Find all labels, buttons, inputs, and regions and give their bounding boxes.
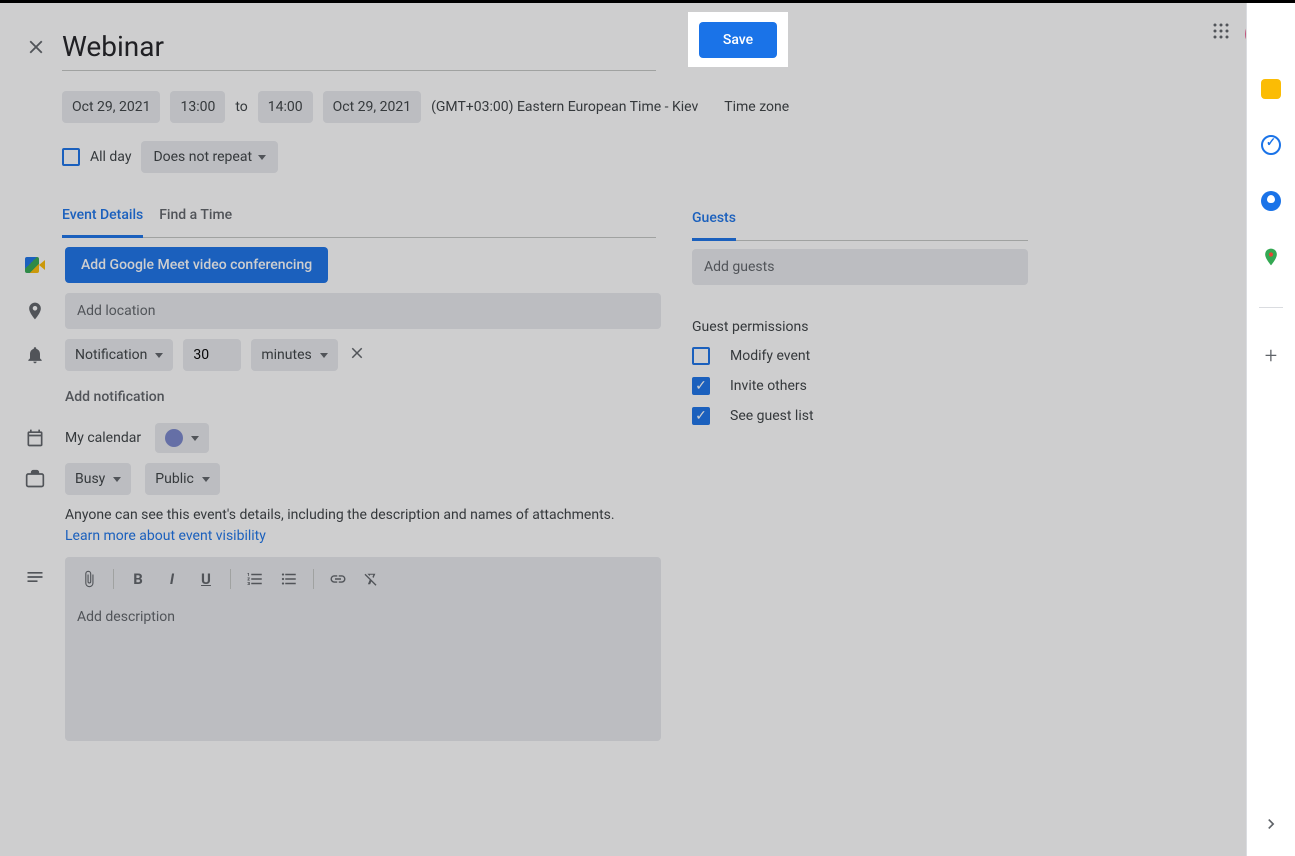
apps-icon[interactable] [1212,22,1230,44]
tasks-icon[interactable] [1261,135,1281,155]
see-guest-list-label: See guest list [730,408,814,424]
briefcase-icon [25,469,45,489]
tab-event-details[interactable]: Event Details [62,207,143,238]
calendar-color-dropdown[interactable] [155,423,209,453]
start-date-chip[interactable]: Oct 29, 2021 [62,91,160,123]
location-icon [25,301,45,321]
caret-down-icon [191,436,199,441]
location-input[interactable] [65,293,661,329]
end-time-chip[interactable]: 14:00 [258,91,313,123]
caret-down-icon [155,353,163,358]
tab-find-a-time[interactable]: Find a Time [159,207,232,237]
add-addon-button[interactable]: + [1265,344,1277,369]
contacts-icon[interactable] [1261,191,1281,211]
maps-icon[interactable] [1261,247,1281,271]
invite-others-checkbox[interactable] [692,377,710,395]
bold-button[interactable]: B [124,565,152,593]
remove-notification-button[interactable] [348,344,366,366]
add-guests-input[interactable] [692,249,1028,285]
attach-button[interactable] [75,565,103,593]
visibility-label: Public [155,471,194,487]
underline-button[interactable]: U [192,565,220,593]
calendar-label: My calendar [65,430,141,446]
add-notification-button[interactable]: Add notification [65,381,165,413]
notification-unit-dropdown[interactable]: minutes [251,339,337,371]
keep-icon[interactable] [1261,79,1281,99]
description-textarea[interactable]: Add description [65,601,661,741]
calendar-icon [25,428,45,448]
caret-down-icon [113,477,121,482]
all-day-checkbox[interactable] [62,148,80,166]
visibility-dropdown[interactable]: Public [145,463,220,495]
start-time-chip[interactable]: 13:00 [170,91,225,123]
caret-down-icon [202,477,210,482]
learn-more-link[interactable]: Learn more about event visibility [65,528,266,544]
availability-dropdown[interactable]: Busy [65,463,131,495]
availability-label: Busy [75,471,105,487]
add-meet-button[interactable]: Add Google Meet video conferencing [65,247,328,283]
visibility-info: Anyone can see this event's details, inc… [65,507,615,523]
caret-down-icon [258,155,266,160]
to-label: to [235,99,247,115]
meet-icon [25,255,45,275]
event-title-input[interactable] [62,27,656,71]
notification-value-input[interactable] [183,339,241,371]
italic-button[interactable]: I [158,565,186,593]
repeat-dropdown[interactable]: Does not repeat [141,141,278,173]
all-day-label: All day [90,149,131,165]
guest-permissions-title: Guest permissions [692,319,1028,335]
modify-event-label: Modify event [730,348,810,364]
notification-unit-label: minutes [261,347,311,363]
modify-event-checkbox[interactable] [692,347,710,365]
notification-type-dropdown[interactable]: Notification [65,339,173,371]
timezone-label: (GMT+03:00) Eastern European Time - Kiev [431,99,698,115]
numbered-list-button[interactable] [241,565,269,593]
save-button[interactable]: Save [699,22,777,58]
color-dot-icon [165,429,183,447]
collapse-panel-button[interactable] [1261,814,1281,838]
end-date-chip[interactable]: Oct 29, 2021 [323,91,421,123]
see-guest-list-checkbox[interactable] [692,407,710,425]
caret-down-icon [320,353,328,358]
tab-guests[interactable]: Guests [692,210,736,241]
clear-formatting-button[interactable] [358,565,386,593]
notification-type-label: Notification [75,347,147,363]
timezone-link[interactable]: Time zone [724,99,789,115]
invite-others-label: Invite others [730,378,807,394]
bell-icon [25,345,45,365]
repeat-label: Does not repeat [153,149,252,165]
close-icon[interactable] [25,36,49,60]
bullet-list-button[interactable] [275,565,303,593]
description-icon [25,557,45,587]
link-button[interactable] [324,565,352,593]
